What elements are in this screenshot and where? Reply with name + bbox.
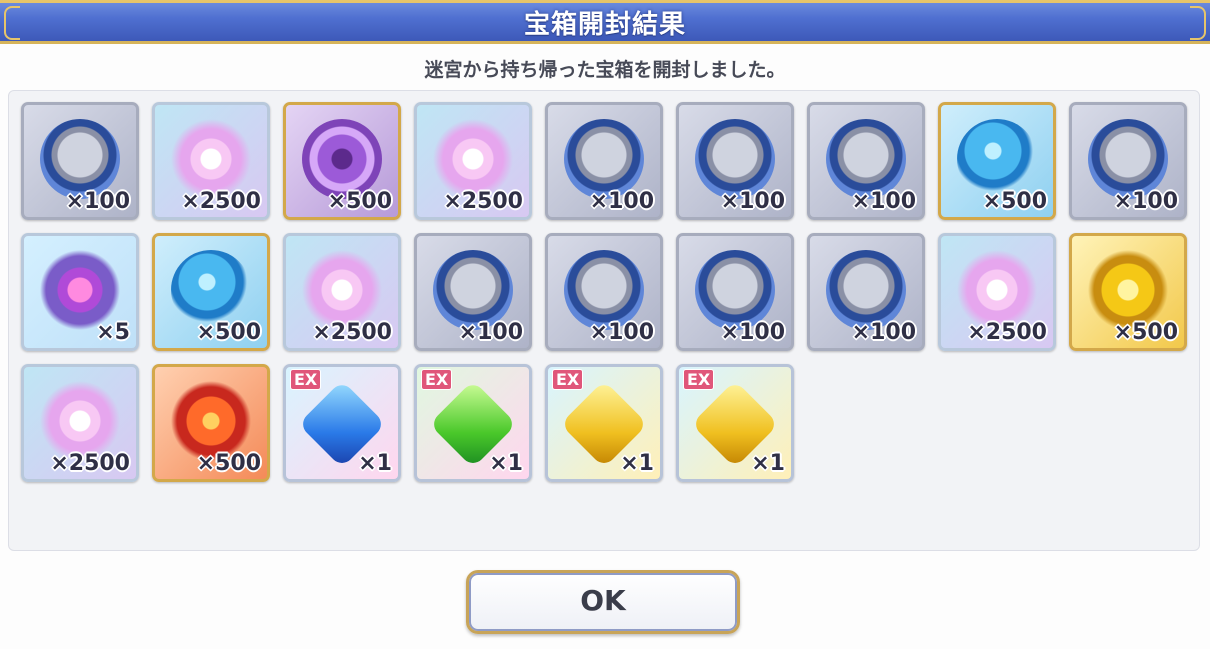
medal-icon xyxy=(433,249,513,330)
red-orb-icon xyxy=(171,380,251,461)
reward-item-medal[interactable]: ×100 xyxy=(807,233,925,351)
ex-badge: EX xyxy=(552,369,584,390)
medal-icon xyxy=(826,118,906,199)
reward-quantity: ×2500 xyxy=(50,451,130,476)
ex-badge: EX xyxy=(683,369,715,390)
medal-icon xyxy=(564,118,644,199)
reward-item-medal[interactable]: ×100 xyxy=(21,102,139,220)
reward-quantity: ×100 xyxy=(589,189,654,214)
reward-quantity: ×1 xyxy=(489,451,523,476)
dialog-message: 迷宮から持ち帰った宝箱を開封しました。 xyxy=(424,59,786,81)
reward-quantity: ×100 xyxy=(851,320,916,345)
reward-item-medal[interactable]: ×100 xyxy=(545,233,663,351)
reward-item-medal[interactable]: ×100 xyxy=(545,102,663,220)
reward-item-ex-green[interactable]: EX ×1 xyxy=(414,364,532,482)
medal-icon xyxy=(826,249,906,330)
reward-item-pink-star[interactable]: ×2500 xyxy=(938,233,1056,351)
reward-quantity: ×100 xyxy=(458,320,523,345)
reward-quantity: ×500 xyxy=(327,189,392,214)
reward-item-medal[interactable]: ×100 xyxy=(414,233,532,351)
dialog-title: 宝箱開封結果 xyxy=(523,10,686,40)
reward-quantity: ×500 xyxy=(982,189,1047,214)
reward-item-blue-orb[interactable]: ×500 xyxy=(938,102,1056,220)
reward-quantity: ×5 xyxy=(96,320,130,345)
reward-item-gold-orb[interactable]: ×500 xyxy=(1069,233,1187,351)
reward-quantity: ×100 xyxy=(720,189,785,214)
medal-icon xyxy=(695,118,775,199)
blue-orb-icon xyxy=(957,118,1037,199)
ex-badge: EX xyxy=(421,369,453,390)
ex-badge: EX xyxy=(290,369,322,390)
reward-quantity: ×100 xyxy=(851,189,916,214)
reward-quantity: ×2500 xyxy=(967,320,1047,345)
reward-quantity: ×2500 xyxy=(312,320,392,345)
reward-quantity: ×500 xyxy=(196,320,261,345)
reward-quantity: ×2500 xyxy=(443,189,523,214)
reward-item-pink-star[interactable]: ×2500 xyxy=(283,233,401,351)
medal-icon xyxy=(40,118,120,199)
reward-quantity: ×1 xyxy=(358,451,392,476)
medal-icon xyxy=(564,249,644,330)
reward-quantity: ×100 xyxy=(720,320,785,345)
reward-quantity: ×100 xyxy=(65,189,130,214)
reward-quantity: ×1 xyxy=(620,451,654,476)
reward-item-medal[interactable]: ×100 xyxy=(807,102,925,220)
reward-item-pink-star[interactable]: ×2500 xyxy=(152,102,270,220)
reward-item-blue-orb[interactable]: ×500 xyxy=(152,233,270,351)
reward-item-crystal[interactable]: ×5 xyxy=(21,233,139,351)
reward-item-ex-gold[interactable]: EX ×1 xyxy=(676,364,794,482)
reward-item-purple-orb[interactable]: ×500 xyxy=(283,102,401,220)
reward-item-medal[interactable]: ×100 xyxy=(676,102,794,220)
ok-button[interactable]: OK xyxy=(466,570,740,634)
gold-orb-icon xyxy=(1088,249,1168,330)
reward-item-pink-star[interactable]: ×2500 xyxy=(21,364,139,482)
reward-item-ex-blue[interactable]: EX ×1 xyxy=(283,364,401,482)
medal-icon xyxy=(695,249,775,330)
reward-quantity: ×1 xyxy=(751,451,785,476)
reward-item-medal[interactable]: ×100 xyxy=(676,233,794,351)
reward-quantity: ×500 xyxy=(196,451,261,476)
reward-item-ex-gold[interactable]: EX ×1 xyxy=(545,364,663,482)
reward-quantity: ×500 xyxy=(1113,320,1178,345)
blue-orb-icon xyxy=(171,249,251,330)
reward-item-medal[interactable]: ×100 xyxy=(1069,102,1187,220)
purple-orb-icon xyxy=(302,118,382,199)
reward-quantity: ×100 xyxy=(1113,189,1178,214)
dialog-title-bar: 宝箱開封結果 xyxy=(0,0,1210,44)
medal-icon xyxy=(1088,118,1168,199)
reward-quantity: ×100 xyxy=(589,320,654,345)
crystal-icon xyxy=(40,249,120,330)
reward-item-red-orb[interactable]: ×500 xyxy=(152,364,270,482)
reward-quantity: ×2500 xyxy=(181,189,261,214)
reward-item-pink-star[interactable]: ×2500 xyxy=(414,102,532,220)
